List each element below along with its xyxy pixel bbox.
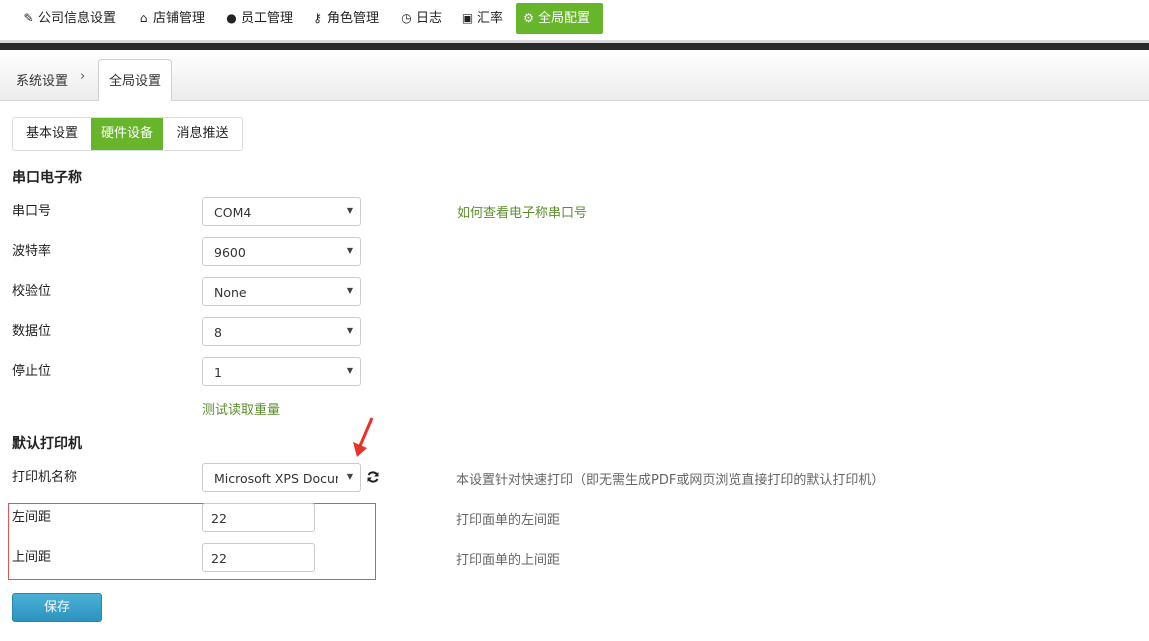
clock-icon: ◷ — [401, 11, 412, 25]
nav-staff-management[interactable]: ● 员工管理 — [219, 3, 299, 34]
section-title-scale: 串口电子称 — [12, 170, 82, 186]
nav-label: 全局配置 — [538, 11, 591, 26]
printer-select[interactable]: Microsoft XPS Document Writer ▼ — [202, 463, 361, 492]
home-icon: ⌂ — [139, 11, 148, 25]
caret-down-icon: ▼ — [346, 472, 353, 481]
tab-global-settings[interactable]: 全局设置 — [98, 59, 172, 101]
left-margin-label: 左间距 — [12, 510, 52, 525]
caret-down-icon: ▼ — [346, 326, 353, 335]
select-value: COM4 — [214, 205, 252, 220]
nav-label: 员工管理 — [241, 11, 294, 26]
select-value: 8 — [214, 325, 222, 340]
printer-name-label: 打印机名称 — [12, 470, 78, 485]
input-value: 22 — [211, 551, 227, 566]
top-nav: ✎ 公司信息设置 ⌂ 店铺管理 ● 员工管理 ⚷ 角色管理 ◷ 日志 ▣ 汇率 ⚙ 全局配置 — [0, 0, 1149, 40]
baud-rate-label: 波特率 — [12, 244, 52, 259]
select-value: 1 — [214, 365, 222, 380]
top-margin-label: 上间距 — [12, 550, 52, 565]
section-title-printer: 默认打印机 — [12, 436, 82, 452]
user-icon: ● — [226, 11, 237, 25]
caret-down-icon: ▼ — [346, 286, 353, 295]
test-read-weight-link[interactable]: 测试读取重量 — [202, 399, 280, 418]
nav-exchange-rate[interactable]: ▣ 汇率 — [455, 3, 509, 34]
serial-port-label: 串口号 — [12, 204, 52, 219]
caret-down-icon: ▼ — [346, 206, 353, 215]
nav-global-config[interactable]: ⚙ 全局配置 — [516, 3, 603, 34]
data-bits-label: 数据位 — [12, 324, 52, 339]
left-margin-input[interactable]: 22 — [202, 503, 315, 532]
nav-label: 日志 — [416, 11, 443, 26]
top-margin-input[interactable]: 22 — [202, 543, 315, 572]
serial-port-select[interactable]: COM4 ▼ — [202, 197, 361, 226]
subtab-hardware[interactable]: 硬件设备 — [91, 118, 163, 150]
data-bits-select[interactable]: 8 ▼ — [202, 317, 361, 346]
tab-bar: 系统设置 › 全局设置 — [0, 50, 1149, 101]
highlight-box — [8, 503, 376, 580]
parity-select[interactable]: None ▼ — [202, 277, 361, 306]
top-margin-hint: 打印面单的上间距 — [456, 553, 561, 568]
caret-down-icon: ▼ — [346, 366, 353, 375]
red-arrow-annotation-icon — [353, 417, 374, 457]
nav-log[interactable]: ◷ 日志 — [394, 3, 448, 34]
chevron-right-icon: › — [80, 69, 86, 84]
nav-role-management[interactable]: ⚷ 角色管理 — [305, 3, 385, 34]
left-margin-hint: 打印面单的左间距 — [456, 513, 561, 528]
subtab-basic-settings[interactable]: 基本设置 — [13, 118, 91, 150]
nav-store-management[interactable]: ⌂ 店铺管理 — [131, 3, 211, 34]
parity-label: 校验位 — [12, 284, 52, 299]
baud-rate-select[interactable]: 9600 ▼ — [202, 237, 361, 266]
select-value: None — [214, 285, 247, 300]
breadcrumb-system-settings[interactable]: 系统设置 — [16, 70, 68, 89]
nav-label: 店铺管理 — [153, 11, 206, 26]
printer-hint: 本设置针对快速打印（即无需生成PDF或网页浏览直接打印的默认打印机） — [456, 473, 885, 488]
nav-label: 公司信息设置 — [38, 11, 117, 26]
caret-down-icon: ▼ — [346, 246, 353, 255]
gear-icon: ⚙ — [523, 11, 534, 25]
save-button[interactable]: 保存 — [12, 593, 102, 622]
select-value: 9600 — [214, 245, 246, 260]
select-value: Microsoft XPS Document Writer — [214, 471, 338, 486]
subtab-message-push[interactable]: 消息推送 — [163, 118, 242, 150]
edit-icon: ✎ — [23, 11, 34, 25]
money-icon: ▣ — [461, 11, 474, 25]
nav-label: 角色管理 — [327, 11, 380, 26]
nav-label: 汇率 — [477, 11, 504, 26]
stop-bits-label: 停止位 — [12, 364, 52, 379]
stop-bits-select[interactable]: 1 ▼ — [202, 357, 361, 386]
refresh-icon[interactable] — [366, 470, 380, 484]
key-icon: ⚷ — [313, 11, 322, 25]
subtab-group: 基本设置 硬件设备 消息推送 — [12, 117, 243, 151]
header-divider — [0, 40, 1149, 50]
help-serial-port-link[interactable]: 如何查看电子称串口号 — [457, 202, 587, 221]
input-value: 22 — [211, 511, 227, 526]
nav-company-info[interactable]: ✎ 公司信息设置 — [16, 3, 122, 34]
